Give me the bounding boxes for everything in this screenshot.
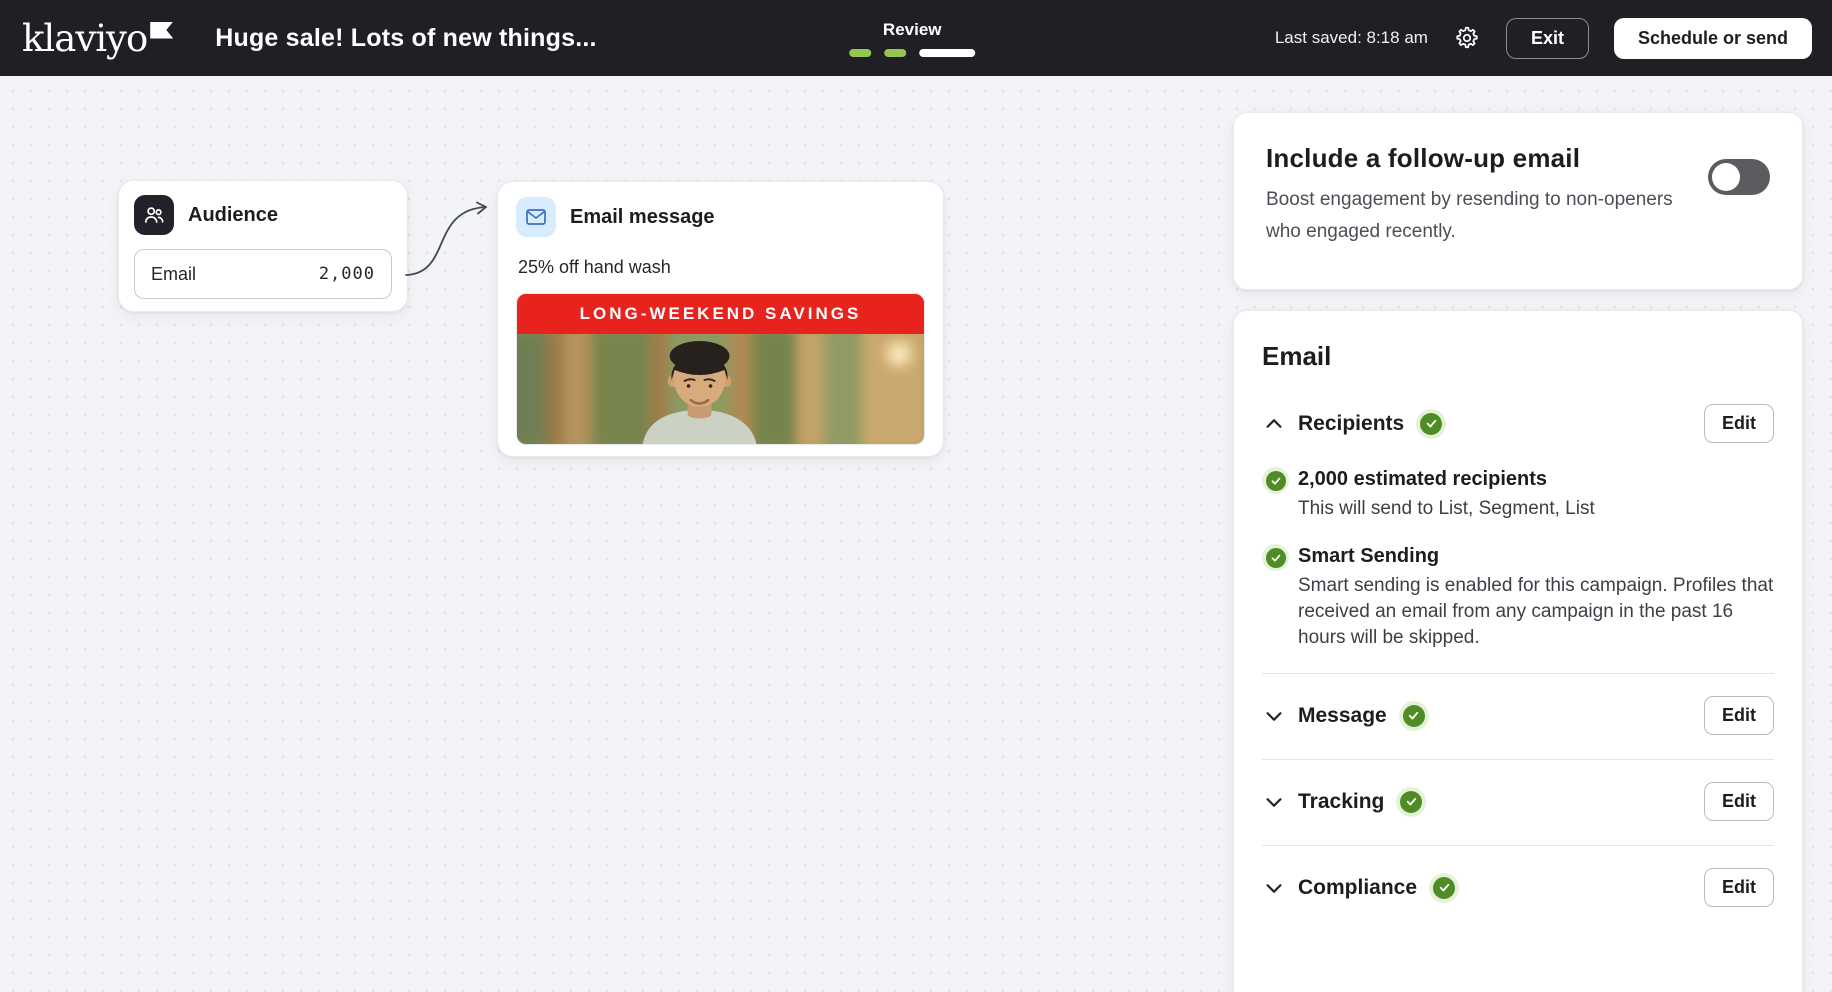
header-actions: Last saved: 8:18 am Exit Schedule or sen… [1275,18,1812,59]
followup-toggle-knob [1712,163,1740,191]
list-item: Smart Sending Smart sending is enabled f… [1262,544,1774,651]
email-node-title: Email message [570,206,715,229]
chevron-down-icon[interactable] [1262,876,1286,900]
channel-recipient-count: 2,000 [319,264,375,284]
edit-compliance-button[interactable]: Edit [1704,868,1774,907]
audience-node-header: Audience [134,195,392,235]
exit-button[interactable]: Exit [1506,18,1589,59]
gear-icon[interactable] [1453,24,1481,52]
section-message-header[interactable]: Message Edit [1262,674,1774,757]
edit-recipients-button[interactable]: Edit [1704,404,1774,443]
edit-tracking-button[interactable]: Edit [1704,782,1774,821]
progress-stepper: Review [849,0,975,76]
step-pill-done [849,49,871,57]
audience-node-title: Audience [188,204,278,227]
section-tracking-header[interactable]: Tracking Edit [1262,760,1774,843]
chevron-down-icon[interactable] [1262,704,1286,728]
edit-message-button[interactable]: Edit [1704,696,1774,735]
smart-sending-desc: Smart sending is enabled for this campai… [1298,573,1774,651]
klaviyo-flag-icon [150,22,173,39]
section-compliance-label: Compliance [1298,876,1417,900]
campaign-title: Huge sale! Lots of new things... [215,24,596,53]
section-recipients-label: Recipients [1298,412,1404,436]
smart-sending-title: Smart Sending [1298,545,1774,568]
flow-canvas[interactable]: Audience Email 2,000 Email message [0,76,1832,992]
chevron-up-icon[interactable] [1262,412,1286,436]
estimated-recipients-desc: This will send to List, Segment, List [1298,496,1595,522]
step-pill-current [919,49,975,57]
check-badge-icon [1262,467,1289,494]
step-pill-done [884,49,906,57]
email-envelope-icon [516,197,556,237]
email-preview-banner-text: LONG-WEEKEND SAVINGS [580,304,862,324]
check-badge-icon [1396,787,1426,817]
channel-label: Email [151,264,196,285]
campaign-review-page: klaviyo Huge sale! Lots of new things...… [0,0,1832,992]
email-message-node-card[interactable]: Email message 25% off hand wash LONG-WEE… [497,181,944,457]
email-preview-thumbnail[interactable]: LONG-WEEKEND SAVINGS [516,293,925,445]
section-tracking-label: Tracking [1298,790,1384,814]
email-subject-line: 25% off hand wash [518,257,925,278]
section-compliance-header[interactable]: Compliance Edit [1262,846,1774,929]
audience-channel-row[interactable]: Email 2,000 [134,249,392,299]
section-message-label: Message [1298,704,1387,728]
current-step-label: Review [883,20,942,40]
connector-arrow [402,196,508,288]
followup-description: Boost engagement by resending to non-ope… [1266,184,1706,248]
recipients-detail-list: 2,000 estimated recipients This will sen… [1262,467,1774,651]
email-node-header: Email message [516,197,925,237]
followup-text-block: Include a follow-up email Boost engageme… [1266,143,1706,259]
check-badge-icon [1262,544,1289,571]
audience-node-card[interactable]: Audience Email 2,000 [118,180,408,312]
schedule-or-send-button[interactable]: Schedule or send [1614,18,1812,59]
check-badge-icon [1399,701,1429,731]
top-header-bar: klaviyo Huge sale! Lots of new things...… [0,0,1832,76]
klaviyo-wordmark: klaviyo [22,20,147,57]
audience-people-icon [134,195,174,235]
followup-email-card: Include a follow-up email Boost engageme… [1233,112,1803,290]
followup-title: Include a follow-up email [1266,143,1706,174]
last-saved-text: Last saved: 8:18 am [1275,28,1428,48]
email-preview-photo [517,334,924,444]
klaviyo-logo[interactable]: klaviyo [22,20,173,57]
email-review-panel: Email Recipients Edit 2,000 e [1233,310,1803,992]
followup-toggle[interactable] [1708,159,1770,195]
email-preview-banner: LONG-WEEKEND SAVINGS [517,294,924,334]
estimated-recipients-title: 2,000 estimated recipients [1298,468,1595,491]
check-badge-icon [1416,409,1446,439]
section-recipients-header[interactable]: Recipients Edit [1262,404,1774,443]
check-badge-icon [1429,873,1459,903]
step-progress-pills [849,49,975,57]
email-review-title: Email [1262,341,1774,372]
chevron-down-icon[interactable] [1262,790,1286,814]
list-item: 2,000 estimated recipients This will sen… [1262,467,1774,522]
